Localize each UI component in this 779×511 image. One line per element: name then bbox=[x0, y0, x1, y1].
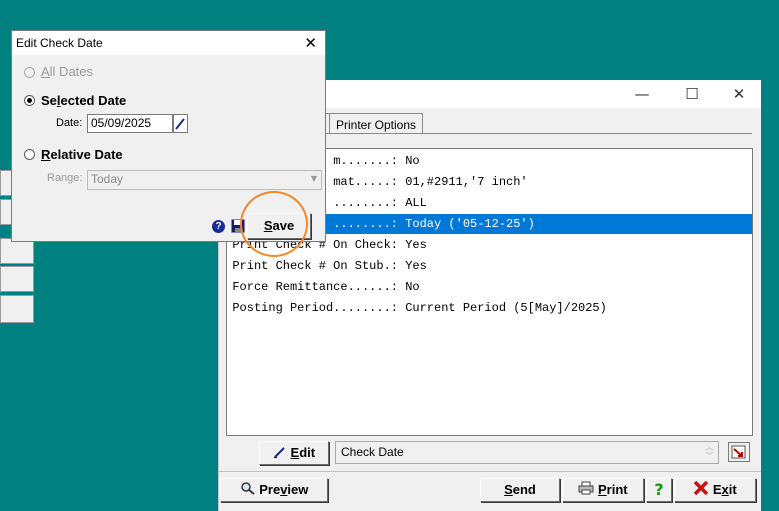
list-item[interactable]: Force Remittance......: No bbox=[227, 277, 752, 297]
list-item-value: 01,#2911,'7 inch' bbox=[405, 175, 528, 189]
edit-button-label: Edit bbox=[290, 445, 316, 460]
range-label: Range: bbox=[47, 172, 83, 184]
list-item[interactable]: Print Check # On Stub.: Yes bbox=[227, 256, 752, 276]
help-icon: ? bbox=[654, 480, 664, 499]
maximize-button[interactable]: ☐ bbox=[678, 84, 706, 104]
chevron-down-icon: ▼ bbox=[310, 174, 317, 183]
list-item-value: No bbox=[405, 280, 420, 294]
print-button[interactable]: Print bbox=[562, 478, 644, 502]
selected-date-label: Selected Date bbox=[41, 93, 127, 108]
date-input[interactable]: 05/09/2025 bbox=[87, 114, 173, 133]
date-edit-button[interactable] bbox=[173, 114, 188, 133]
help-icon[interactable]: ? bbox=[212, 220, 225, 233]
printer-icon bbox=[578, 480, 594, 502]
floppy-disk-icon bbox=[231, 219, 245, 236]
preview-button-label: Preview bbox=[259, 482, 309, 497]
all-dates-radio[interactable] bbox=[24, 67, 35, 78]
relative-date-label: Relative Date bbox=[41, 147, 123, 162]
pencil-icon bbox=[174, 118, 187, 135]
send-button[interactable]: Send bbox=[480, 478, 560, 502]
relative-date-radio[interactable] bbox=[24, 149, 35, 160]
pencil-icon bbox=[273, 443, 287, 465]
range-value: Today bbox=[91, 172, 124, 186]
background-button-5[interactable] bbox=[0, 295, 34, 323]
list-item-label: Force Remittance......: bbox=[232, 280, 398, 294]
list-item-value: No bbox=[405, 154, 420, 168]
list-item-value: Yes bbox=[405, 259, 427, 273]
lookup-icon-button[interactable] bbox=[728, 442, 750, 462]
preview-button[interactable]: Preview bbox=[220, 478, 328, 502]
list-item-value: Current Period (5[May]/2025) bbox=[405, 301, 607, 315]
description-text: Check Date bbox=[341, 445, 404, 459]
spinner-icon[interactable]: ︿ ﹀ bbox=[706, 443, 713, 461]
send-button-label: Send bbox=[504, 482, 536, 497]
list-item[interactable]: Posting Period........: Current Period (… bbox=[227, 298, 752, 318]
edit-check-date-dialog: Edit Check Date ✕ All Dates Selected Dat… bbox=[11, 30, 326, 242]
list-item-value: Today ('05-12-25') bbox=[405, 217, 535, 231]
magnifier-icon bbox=[240, 480, 256, 502]
all-dates-label: All Dates bbox=[41, 64, 94, 79]
help-button[interactable]: ? bbox=[646, 478, 672, 502]
print-button-label: Print bbox=[598, 482, 628, 497]
list-item-label: Print Check # On Stub.: bbox=[232, 259, 398, 273]
bottom-divider bbox=[219, 471, 761, 472]
list-item-label: Posting Period........: bbox=[232, 301, 398, 315]
dialog-title-bar: Edit Check Date ✕ bbox=[12, 31, 325, 55]
save-button[interactable]: Save bbox=[247, 213, 311, 239]
edit-button[interactable]: Edit bbox=[259, 441, 329, 465]
radio-dot bbox=[27, 98, 32, 103]
dialog-close-button[interactable]: ✕ bbox=[304, 31, 317, 55]
dialog-title: Edit Check Date bbox=[16, 36, 103, 50]
close-button[interactable]: ✕ bbox=[725, 84, 753, 104]
date-label: Date: bbox=[56, 117, 83, 129]
list-item-value: ALL bbox=[405, 196, 427, 210]
exit-button[interactable]: Exit bbox=[674, 478, 756, 502]
minimize-button[interactable]: — bbox=[628, 84, 656, 104]
tab-printer-options[interactable]: Printer Options bbox=[329, 113, 424, 133]
exit-button-label: Exit bbox=[712, 482, 737, 497]
save-button-label: Save bbox=[263, 218, 295, 233]
red-x-icon bbox=[693, 480, 709, 502]
range-select[interactable]: Today ▼ bbox=[87, 170, 322, 190]
selected-date-radio[interactable] bbox=[24, 95, 35, 106]
description-field: Check Date ︿ ﹀ bbox=[335, 441, 719, 464]
background-button-4[interactable] bbox=[0, 266, 34, 292]
list-item-value: Yes bbox=[405, 238, 427, 252]
